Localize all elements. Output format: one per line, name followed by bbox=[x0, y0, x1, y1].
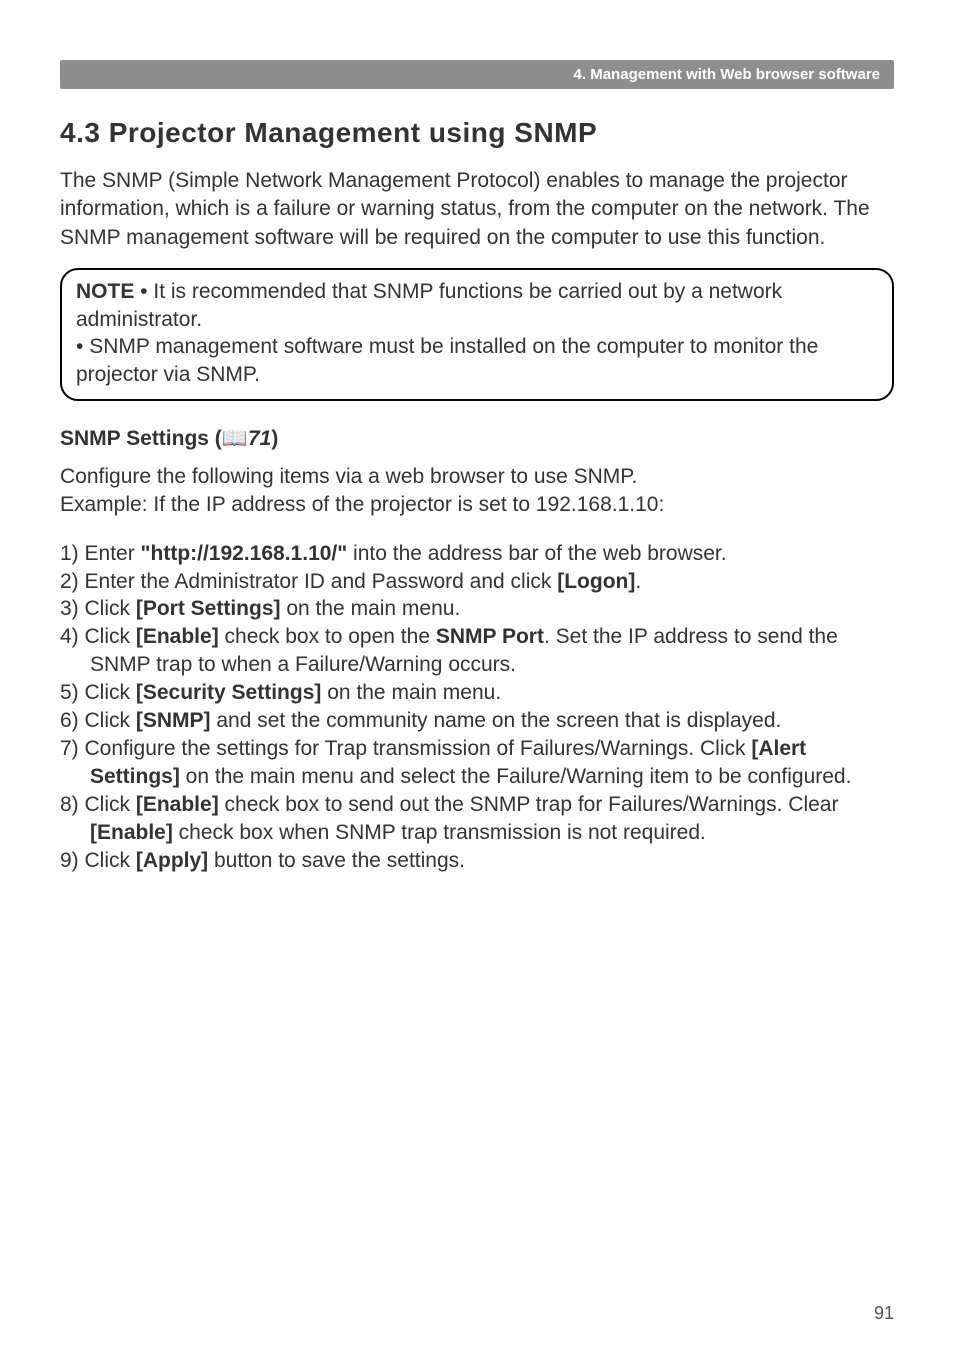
step-8-bold2: [Enable] bbox=[90, 821, 173, 844]
step-9-bold: [Apply] bbox=[136, 849, 208, 872]
subsection-title: SNMP Settings (📖71) bbox=[60, 427, 894, 451]
step-8-mid: check box to send out the SNMP trap for … bbox=[219, 793, 839, 816]
step-6-post: and set the community name on the screen… bbox=[211, 709, 782, 732]
step-5-post: on the main menu. bbox=[321, 681, 501, 704]
note-line1-prefix: • bbox=[134, 280, 153, 303]
step-7: 7) Configure the settings for Trap trans… bbox=[60, 735, 894, 791]
step-8-post: check box when SNMP trap transmission is… bbox=[173, 821, 706, 844]
step-1-bold: "http://192.168.1.10/" bbox=[141, 542, 348, 565]
step-7-pre: 7) Configure the settings for Trap trans… bbox=[60, 737, 751, 760]
step-8-bold1: [Enable] bbox=[136, 793, 219, 816]
step-4-bold2: SNMP Port bbox=[436, 625, 544, 648]
section-title: 4.3 Projector Management using SNMP bbox=[60, 117, 894, 149]
step-2: 2) Enter the Administrator ID and Passwo… bbox=[60, 568, 894, 596]
step-7-post: on the main menu and select the Failure/… bbox=[180, 765, 852, 788]
step-9-post: button to save the settings. bbox=[208, 849, 465, 872]
step-8-pre: 8) Click bbox=[60, 793, 136, 816]
page-number: 91 bbox=[874, 1303, 894, 1324]
step-6: 6) Click [SNMP] and set the community na… bbox=[60, 707, 894, 735]
subsection-intro-line1: Configure the following items via a web … bbox=[60, 465, 637, 488]
step-4-pre: 4) Click bbox=[60, 625, 136, 648]
step-6-bold: [SNMP] bbox=[136, 709, 211, 732]
chapter-header-text: 4. Management with Web browser software bbox=[574, 66, 880, 83]
step-5-bold: [Security Settings] bbox=[136, 681, 322, 704]
step-3-post: on the main menu. bbox=[281, 597, 461, 620]
step-2-bold: [Logon] bbox=[557, 570, 635, 593]
note-line2: SNMP management software must be install… bbox=[76, 335, 818, 386]
note-line2-prefix: • bbox=[76, 335, 89, 358]
step-1-pre: 1) Enter bbox=[60, 542, 141, 565]
step-1-post: into the address bar of the web browser. bbox=[347, 542, 726, 565]
subsection-intro-line2: Example: If the IP address of the projec… bbox=[60, 493, 664, 516]
step-9: 9) Click [Apply] button to save the sett… bbox=[60, 847, 894, 875]
step-4-bold1: [Enable] bbox=[136, 625, 219, 648]
step-3-pre: 3) Click bbox=[60, 597, 136, 620]
step-6-pre: 6) Click bbox=[60, 709, 136, 732]
step-3-bold: [Port Settings] bbox=[136, 597, 281, 620]
step-4: 4) Click [Enable] check box to open the … bbox=[60, 623, 894, 679]
step-9-pre: 9) Click bbox=[60, 849, 136, 872]
subsection-ref-num: 71 bbox=[248, 427, 271, 450]
steps-list: 1) Enter "http://192.168.1.10/" into the… bbox=[60, 540, 894, 875]
note-line1: It is recommended that SNMP functions be… bbox=[76, 280, 782, 331]
step-8: 8) Click [Enable] check box to send out … bbox=[60, 791, 894, 847]
subsection-title-prefix: SNMP Settings ( bbox=[60, 427, 222, 450]
subsection-intro: Configure the following items via a web … bbox=[60, 463, 894, 520]
step-2-pre: 2) Enter the Administrator ID and Passwo… bbox=[60, 570, 557, 593]
book-icon: 📖 bbox=[222, 427, 248, 450]
step-2-post: . bbox=[635, 570, 641, 593]
step-5: 5) Click [Security Settings] on the main… bbox=[60, 679, 894, 707]
subsection-title-suffix: ) bbox=[271, 427, 278, 450]
step-3: 3) Click [Port Settings] on the main men… bbox=[60, 595, 894, 623]
section-intro: The SNMP (Simple Network Management Prot… bbox=[60, 167, 894, 252]
note-label: NOTE bbox=[76, 280, 134, 303]
step-1: 1) Enter "http://192.168.1.10/" into the… bbox=[60, 540, 894, 568]
chapter-header-bar: 4. Management with Web browser software bbox=[60, 60, 894, 89]
document-page: 4. Management with Web browser software … bbox=[0, 0, 954, 1354]
step-4-mid: check box to open the bbox=[219, 625, 436, 648]
note-box: NOTE • It is recommended that SNMP funct… bbox=[60, 268, 894, 401]
step-5-pre: 5) Click bbox=[60, 681, 136, 704]
